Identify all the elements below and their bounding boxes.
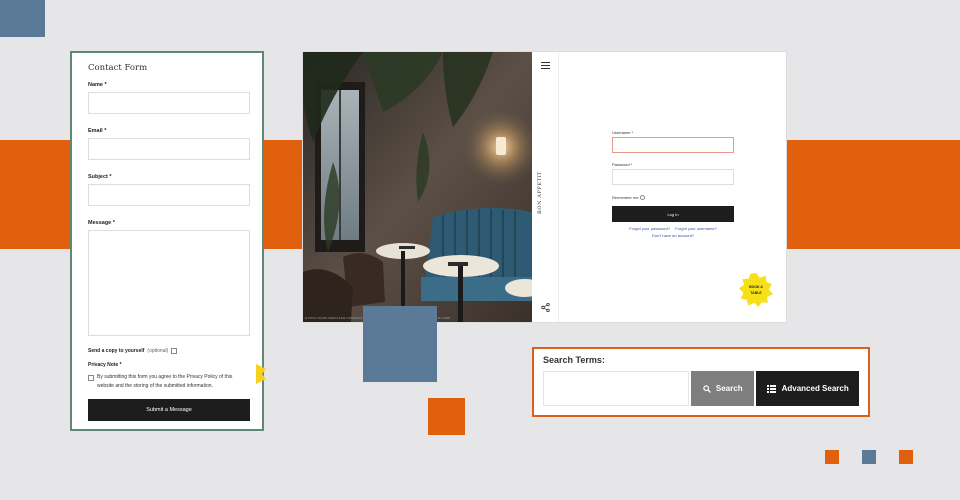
book-table-badge[interactable]: BOOK A TABLE	[739, 273, 773, 307]
decor-band-orange	[785, 140, 960, 249]
decor-band-orange	[262, 140, 304, 249]
forgot-username-link[interactable]: Forgot your username?	[675, 226, 717, 231]
search-button[interactable]: Search	[691, 371, 755, 406]
login-button[interactable]: Log In	[612, 206, 734, 222]
badge-edge	[256, 364, 266, 384]
decor-band-orange	[0, 140, 72, 249]
forgot-links: Forgot your password? Forgot your userna…	[612, 226, 734, 231]
subject-input[interactable]	[88, 184, 250, 206]
advanced-search-button[interactable]: Advanced Search	[756, 371, 859, 406]
email-label: Email *	[88, 128, 107, 134]
decor-square-orange	[825, 450, 839, 464]
search-icon	[703, 384, 711, 393]
list-icon	[766, 384, 776, 393]
no-account-link[interactable]: Don't have an account?	[612, 233, 734, 238]
send-copy-optional: (optional)	[147, 348, 169, 354]
restaurant-photo: HTTPS://COM.UNSPLASH.COM/PHOTO-1...INTER…	[303, 52, 532, 322]
send-copy-checkbox[interactable]	[171, 348, 178, 354]
password-input[interactable]	[612, 169, 734, 185]
decor-square-blue	[0, 0, 45, 37]
privacy-row: By submitting this form you agree to the…	[88, 373, 248, 391]
search-terms-title: Search Terms:	[543, 355, 605, 365]
brand-logo[interactable]: BON APPETIT	[537, 162, 553, 222]
contact-form-title: Contact Form	[88, 63, 148, 73]
forgot-password-link[interactable]: Forgot your password?	[629, 226, 670, 231]
subject-label: Subject *	[88, 174, 112, 180]
search-row: Search Advanced Search	[543, 371, 859, 406]
remember-me-label: Remember me	[612, 195, 639, 200]
message-label: Message *	[88, 220, 115, 226]
search-input[interactable]	[543, 371, 690, 406]
username-label: Username *	[612, 130, 634, 135]
book-badge-line2: TABLE	[750, 291, 762, 295]
email-input[interactable]	[88, 138, 250, 160]
name-input[interactable]	[88, 92, 250, 114]
contact-form: Contact Form Name * Email * Subject * Me…	[70, 51, 264, 431]
decor-square-blue	[363, 306, 437, 382]
privacy-text: By submitting this form you agree to the…	[97, 374, 233, 389]
remember-me-checkbox[interactable]	[640, 195, 646, 200]
privacy-note-title: Privacy Note *	[88, 362, 122, 368]
hamburger-menu-icon[interactable]	[541, 62, 550, 69]
privacy-checkbox[interactable]	[88, 375, 94, 381]
password-label: Password *	[612, 162, 633, 167]
message-textarea[interactable]	[88, 230, 250, 336]
restaurant-login-panel: HTTPS://COM.UNSPLASH.COM/PHOTO-1...INTER…	[303, 52, 786, 322]
name-label: Name *	[88, 82, 107, 88]
decor-square-orange	[899, 450, 913, 464]
restaurant-interior-image	[303, 52, 532, 322]
search-button-label: Search	[715, 384, 743, 393]
username-input[interactable]	[612, 137, 734, 153]
login-sidebar: BON APPETIT	[532, 52, 559, 322]
advanced-search-label: Advanced Search	[781, 384, 849, 393]
share-icon[interactable]	[541, 303, 550, 312]
submit-message-button[interactable]: Submit a Message	[88, 399, 250, 421]
remember-me-row: Remember me	[612, 195, 646, 200]
decor-square-orange	[428, 398, 465, 435]
login-form: Username * Password * Remember me Log In…	[559, 52, 786, 322]
decor-square-blue	[862, 450, 876, 464]
send-copy-label: Send a copy to yourself	[88, 348, 145, 354]
send-copy-row: Send a copy to yourself (optional)	[88, 348, 248, 354]
search-panel: Search Terms: Search Advanced Search	[532, 347, 870, 417]
